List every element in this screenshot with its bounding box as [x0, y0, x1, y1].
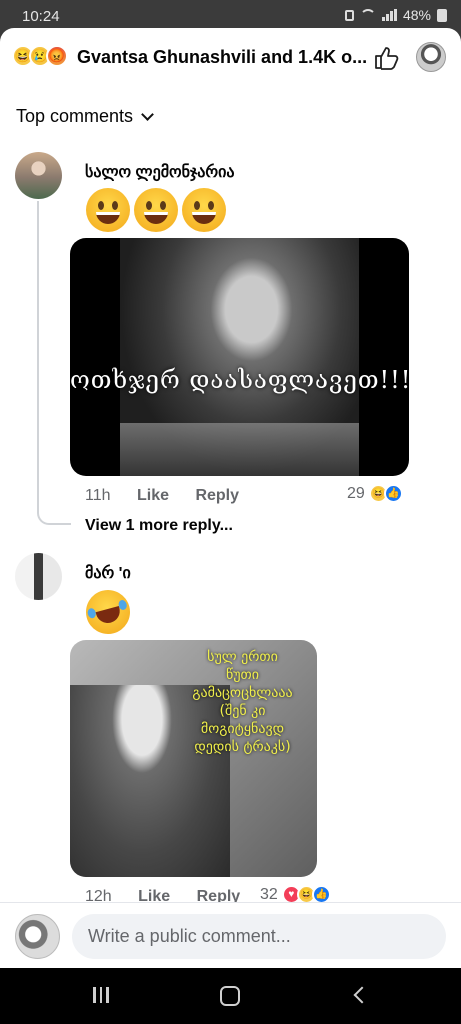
reaction-count[interactable]: 29 😆 👍: [347, 484, 403, 503]
avatar[interactable]: [15, 152, 62, 199]
header-reaction-icons: 😆 😢 😡: [12, 45, 68, 67]
comment-actions: 11h Like Reply: [85, 487, 261, 505]
grinning-emoji-icon: [134, 188, 178, 232]
like-button[interactable]: Like: [137, 487, 169, 504]
status-icons: 48%: [344, 7, 447, 23]
lock-icon: [344, 9, 354, 21]
image-caption: ოთხჯერ დაასაფლავეთ!!!: [70, 366, 409, 394]
comment-composer: [0, 902, 461, 968]
avatar[interactable]: [15, 553, 62, 600]
screen: 10:24 48% 😆 😢 😡 Gvantsa Ghunashvili and …: [0, 0, 461, 1024]
android-nav-bar: [0, 968, 461, 1024]
battery-percent: 48%: [402, 7, 431, 23]
image-caption: სულ ერთი წუთი გამაცოცხლააა (შენ კი მოგიტ…: [192, 649, 293, 755]
rolling-laughing-emoji-icon: [81, 585, 135, 639]
comment-input[interactable]: [72, 914, 446, 959]
wifi-icon: [359, 9, 376, 21]
angry-icon: 😡: [46, 45, 68, 67]
comment-author[interactable]: სალო ლემონჯარია: [85, 162, 235, 182]
battery-icon: [437, 8, 447, 22]
back-icon[interactable]: [353, 986, 371, 1004]
like-outline-icon[interactable]: [373, 45, 399, 71]
user-avatar: [15, 914, 60, 959]
grinning-emoji-icon: [182, 188, 226, 232]
comments-sheet: 😆 😢 😡 Gvantsa Ghunashvili and 1.4K o... …: [0, 28, 461, 968]
grinning-emoji-icon: [86, 188, 130, 232]
comment-author[interactable]: მარ 'ი: [85, 563, 131, 583]
reaction-count-number: 29: [347, 484, 365, 502]
comment-image[interactable]: სულ ერთი წუთი გამაცოცხლააა (შენ კი მოგიტ…: [70, 640, 317, 877]
reply-button[interactable]: Reply: [195, 487, 239, 504]
reply-thread-line: [37, 201, 71, 525]
profile-avatar[interactable]: [416, 42, 446, 72]
reactions-header[interactable]: 😆 😢 😡 Gvantsa Ghunashvili and 1.4K o...: [0, 28, 461, 88]
like-icon: 👍: [383, 484, 403, 503]
sort-dropdown[interactable]: Top comments: [16, 106, 154, 127]
view-more-replies-link[interactable]: View 1 more reply...: [85, 517, 233, 535]
comment-image[interactable]: ოთხჯერ დაასაფლავეთ!!!: [70, 238, 409, 476]
chevron-down-icon: [141, 107, 154, 121]
signal-icon: [381, 9, 397, 21]
recent-apps-icon[interactable]: [93, 987, 109, 1003]
reaction-count-number: 32: [260, 885, 278, 903]
comment-time: 11h: [85, 487, 111, 504]
sort-label: Top comments: [16, 106, 134, 126]
home-icon[interactable]: [220, 986, 240, 1006]
status-time: 10:24: [22, 8, 60, 25]
reactions-summary[interactable]: Gvantsa Ghunashvili and 1.4K o...: [77, 47, 367, 68]
